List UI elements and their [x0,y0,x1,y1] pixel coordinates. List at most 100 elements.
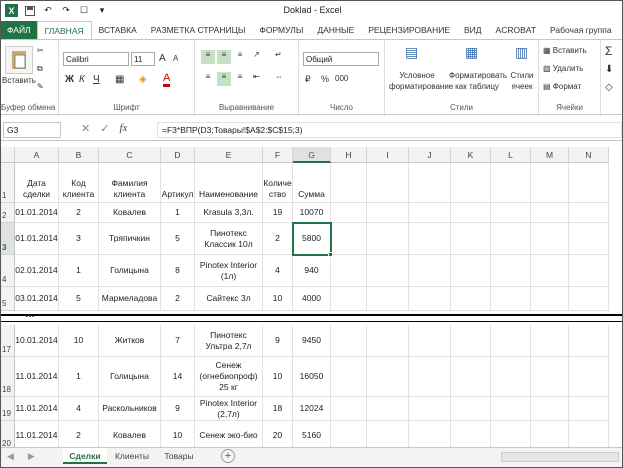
table-cell[interactable]: 10 [263,357,293,397]
underline-button[interactable]: Ч [93,74,100,85]
table-cell[interactable] [569,223,609,255]
table-cell[interactable]: 8 [161,255,195,287]
table-cell[interactable] [491,357,531,397]
column-header-M[interactable]: M [531,147,569,163]
copy-icon[interactable]: ⧉ [37,64,43,74]
fill-handle[interactable] [328,252,333,257]
format-painter-icon[interactable]: ✎ [37,82,44,91]
column-header-C[interactable]: C [99,147,161,163]
column-title[interactable]: Код клиента [59,163,99,203]
paste-icon[interactable] [5,46,33,74]
column-title[interactable] [409,163,451,203]
row-header-3[interactable]: 3 [1,223,15,255]
table-cell[interactable]: Житков [99,325,161,357]
table-cell[interactable] [451,223,491,255]
table-cell[interactable]: 1 [59,255,99,287]
format-table-icon[interactable]: ▦ [465,44,478,61]
next-sheet-button[interactable]: ▶ [28,451,35,462]
align-bottom-icon[interactable]: ≡ [233,50,247,64]
add-sheet-button[interactable]: + [221,449,235,463]
table-cell[interactable]: 5800 [293,223,331,255]
ribbon-tab-5[interactable]: ДАННЫЕ [310,21,361,39]
font-size-select[interactable]: 11 [131,52,155,66]
table-cell[interactable]: Ковалев [99,203,161,223]
table-cell[interactable]: 9 [263,325,293,357]
column-title[interactable]: Сумма [293,163,331,203]
name-box[interactable]: G3 [3,122,61,138]
row-header-2[interactable]: 2 [1,203,15,223]
table-cell[interactable] [491,397,531,421]
table-cell[interactable] [409,357,451,397]
table-cell[interactable]: Сенеж (огнебиопроф) 25 кг [195,357,263,397]
table-cell[interactable] [491,223,531,255]
table-cell[interactable] [367,397,409,421]
table-cell[interactable] [531,357,569,397]
table-cell[interactable]: Тряпичкин [99,223,161,255]
merge-cells-icon[interactable]: ⇔ [275,72,283,81]
table-cell[interactable] [569,255,609,287]
column-header-H[interactable]: H [331,147,367,163]
format-cells-button[interactable]: ▤ Формат [543,82,581,91]
table-cell[interactable]: 14 [161,357,195,397]
table-cell[interactable]: 2 [59,203,99,223]
column-header-L[interactable]: L [491,147,531,163]
bold-button[interactable]: Ж [65,74,74,85]
shrink-font-button[interactable]: A [173,54,178,63]
table-cell[interactable] [409,203,451,223]
column-header-N[interactable]: N [569,147,609,163]
column-header-I[interactable]: I [367,147,409,163]
table-cell[interactable]: 03.01.2014 [15,287,59,311]
paste-button[interactable]: Вставить [1,76,37,85]
ribbon-tab-3[interactable]: РАЗМЕТКА СТРАНИЦЫ [144,21,253,39]
align-left-icon[interactable]: ≡ [201,72,215,86]
align-center-icon[interactable]: ≡ [217,72,231,86]
table-cell[interactable]: 11.01.2014 [15,397,59,421]
table-cell[interactable] [367,203,409,223]
insert-function-button[interactable]: fx [119,122,127,135]
column-header-F[interactable]: F [263,147,293,163]
table-cell[interactable]: 19 [263,203,293,223]
column-title[interactable] [331,163,367,203]
conditional-format-icon[interactable]: ▤ [405,44,418,61]
column-title[interactable]: Артикул [161,163,195,203]
column-title[interactable] [367,163,409,203]
table-cell[interactable] [331,223,367,255]
table-cell[interactable]: 7 [161,325,195,357]
table-cell[interactable] [367,287,409,311]
table-cell[interactable] [531,397,569,421]
column-header-D[interactable]: D [161,147,195,163]
wrap-text-icon[interactable]: ↵ [275,50,282,59]
font-name-select[interactable]: Calibri [63,52,129,66]
fill-down-icon[interactable]: ⬇ [605,64,613,75]
indent-icon[interactable]: ⇤ [253,72,260,81]
table-cell[interactable] [409,255,451,287]
sheet-tab-2[interactable]: Товары [157,448,201,464]
table-cell[interactable] [367,357,409,397]
ribbon-tab-1[interactable]: ГЛАВНАЯ [36,21,92,39]
formula-input[interactable]: =F3*ВПР(D3;Товары!$A$2:$C$15;3) [157,122,622,138]
borders-icon[interactable]: ▦ [115,74,124,85]
table-cell[interactable] [569,203,609,223]
table-cell[interactable]: 1 [59,357,99,397]
table-cell[interactable]: 5 [161,223,195,255]
column-title[interactable]: Дата сделки [15,163,59,203]
table-cell[interactable]: Сайтекс 3л [195,287,263,311]
table-cell[interactable] [331,397,367,421]
column-title[interactable] [531,163,569,203]
italic-button[interactable]: К [79,74,85,85]
clear-icon[interactable]: ◇ [605,82,613,93]
table-cell[interactable]: Pinotex Interior (2,7л) [195,397,263,421]
column-title[interactable] [451,163,491,203]
cut-icon[interactable]: ✂ [37,46,44,55]
table-cell[interactable] [491,203,531,223]
column-header-K[interactable]: K [451,147,491,163]
table-cell[interactable] [331,255,367,287]
table-cell[interactable]: 2 [263,223,293,255]
conditional-format-button[interactable]: Условное форматирование [389,70,453,92]
table-cell[interactable]: Пинотекс Классик 10л [195,223,263,255]
table-cell[interactable] [531,255,569,287]
font-color-icon[interactable]: A [163,72,171,87]
table-cell[interactable] [409,397,451,421]
fill-color-icon[interactable]: ◈ [139,74,147,85]
align-right-icon[interactable]: ≡ [233,72,247,86]
